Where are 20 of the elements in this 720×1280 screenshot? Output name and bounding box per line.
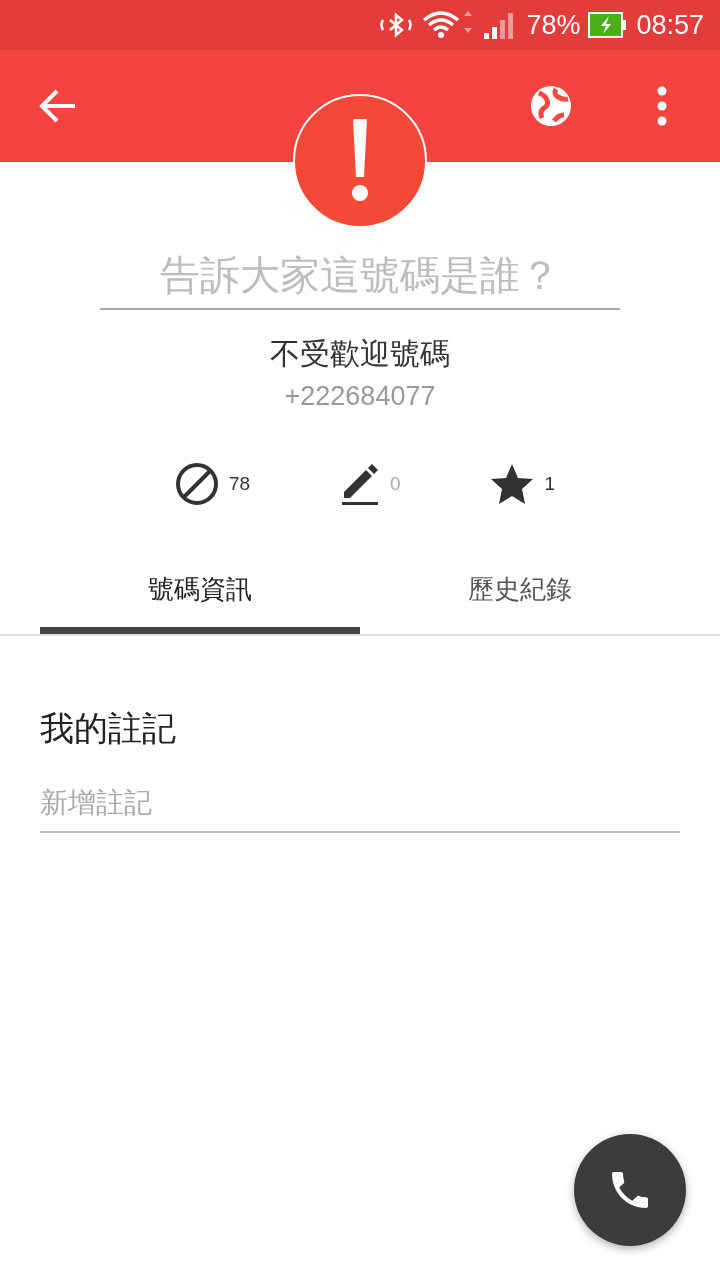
- wifi-icon: [422, 10, 475, 40]
- tab[interactable]: 號碼資訊: [40, 572, 360, 634]
- stat-count: 1: [544, 473, 555, 495]
- bluetooth-icon: [378, 12, 415, 38]
- phone-number: +222684077: [283, 381, 437, 412]
- back-arrow-icon[interactable]: [38, 88, 78, 124]
- battery-percent: 78%: [526, 9, 581, 41]
- clock: 08:57: [636, 9, 704, 41]
- block-icon[interactable]: [174, 462, 219, 506]
- star-icon[interactable]: [490, 463, 535, 505]
- call-button[interactable]: [574, 1134, 686, 1246]
- battery-charging-icon: [588, 12, 629, 38]
- globe-icon[interactable]: [530, 85, 572, 127]
- tab[interactable]: 歷史紀錄: [360, 572, 680, 634]
- section-heading: 我的註記: [40, 707, 177, 750]
- stat-count: 0: [389, 473, 401, 495]
- caller-label: 不受歡迎號碼: [269, 335, 451, 373]
- pencil-icon[interactable]: [339, 462, 380, 506]
- more-options-icon[interactable]: [656, 86, 668, 126]
- stat-count: 78: [228, 473, 251, 495]
